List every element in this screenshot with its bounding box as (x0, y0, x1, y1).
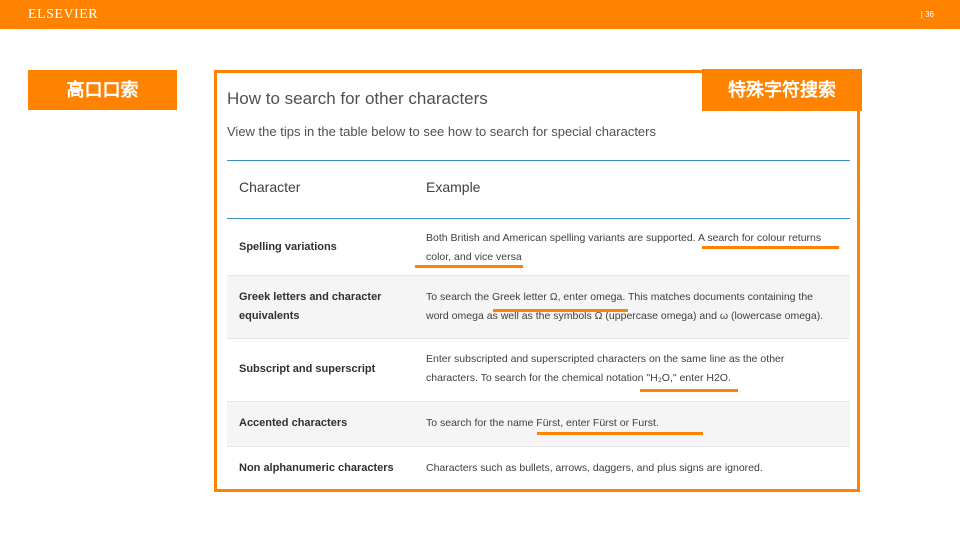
section-label: 高口口索 (28, 70, 177, 110)
row-example: Characters such as bullets, arrows, dagg… (426, 462, 763, 474)
highlight-underline (537, 432, 703, 435)
screenshot-frame: How to search for other characters View … (214, 70, 860, 492)
panel-subtitle: View the tips in the table below to see … (227, 124, 656, 139)
table-row: Non alphanumeric characters Characters s… (227, 447, 850, 489)
table-row: Subscript and superscript Enter subscrip… (227, 339, 850, 402)
table-row: Greek letters and character equivalents … (227, 276, 850, 339)
row-name: Accented characters (239, 417, 348, 429)
highlight-underline (702, 246, 839, 249)
row-name: Subscript and superscript (239, 363, 376, 375)
row-name: Spelling variations (239, 241, 337, 253)
row-example: To search the Greek letter Ω, enter omeg… (426, 291, 824, 322)
characters-table: Character Example Spelling variations Bo… (227, 160, 850, 489)
highlight-underline (640, 389, 738, 392)
row-example: To search for the name Fürst, enter Fürs… (426, 417, 659, 429)
table-header: Character Example (227, 161, 850, 219)
row-name: Greek letters and character equivalents (239, 291, 382, 322)
callout-label: 特殊字符搜索 (702, 69, 862, 111)
page-number: | 36 (920, 10, 934, 19)
column-header-example: Example (426, 179, 481, 195)
column-header-character: Character (239, 179, 301, 195)
highlight-underline (415, 265, 523, 268)
panel-title: How to search for other characters (227, 89, 488, 108)
table-row: Accented characters To search for the na… (227, 402, 850, 447)
brand-logo: ELSEVIER (28, 7, 99, 22)
row-example: Enter subscripted and superscripted char… (426, 353, 785, 384)
top-bar: ELSEVIER | 36 (0, 0, 960, 29)
row-name: Non alphanumeric characters (239, 462, 394, 474)
highlight-underline (493, 309, 628, 312)
